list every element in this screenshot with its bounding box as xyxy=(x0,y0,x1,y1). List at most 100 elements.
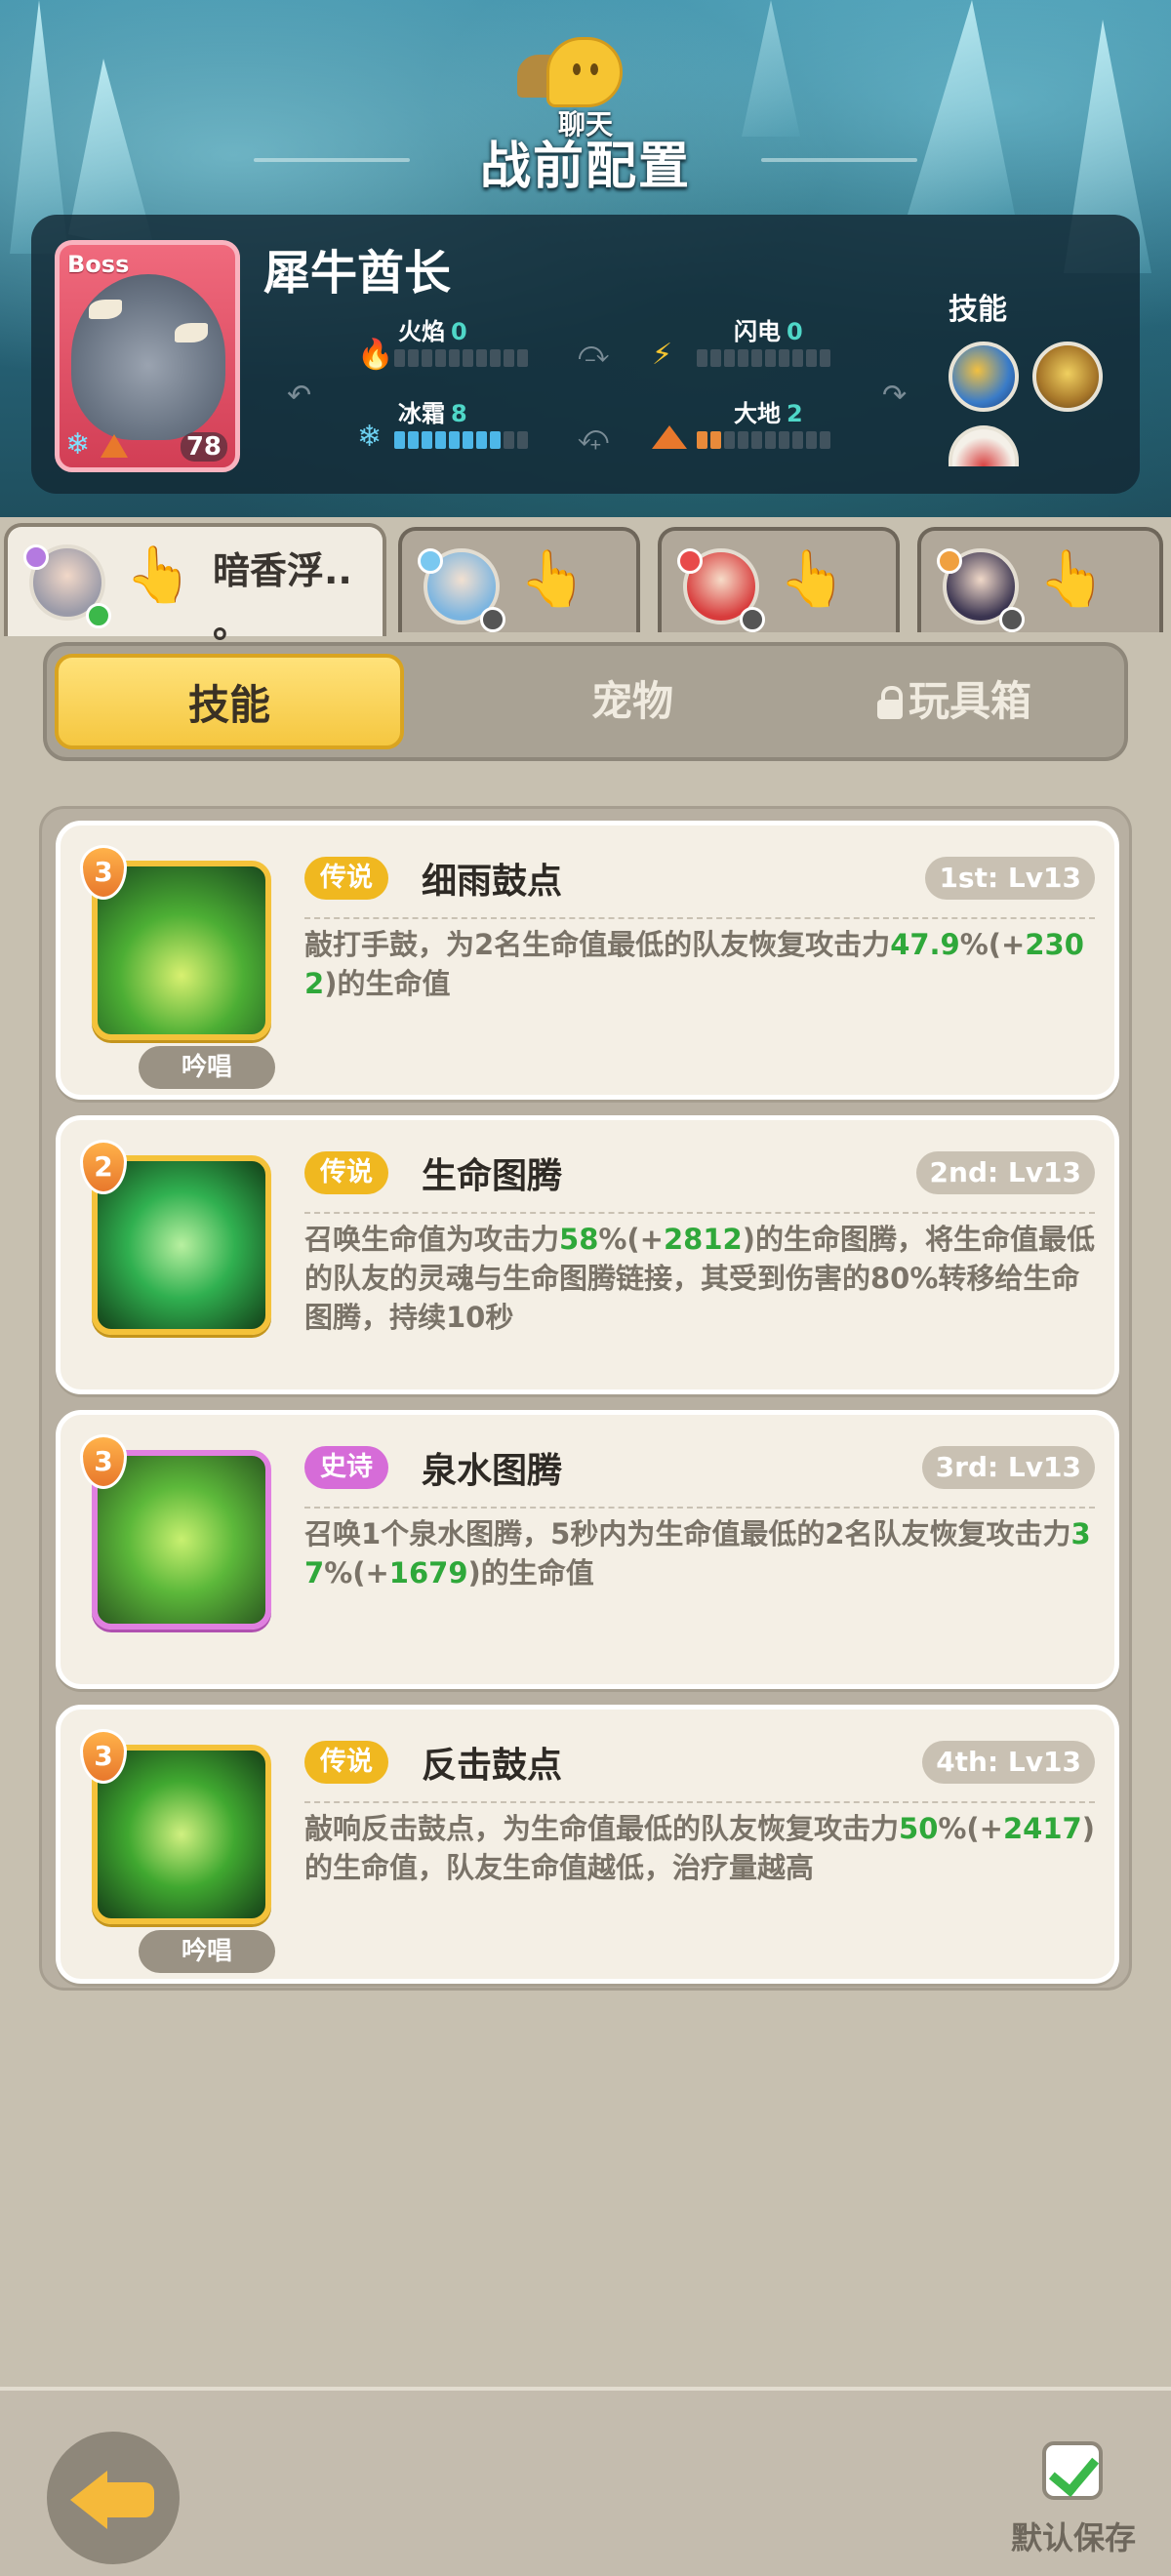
fire-resistance-bar xyxy=(394,349,528,367)
controller-badge-icon xyxy=(999,607,1025,632)
lightning-element-label: 闪电 0 xyxy=(734,318,803,345)
controller-badge-icon xyxy=(480,607,505,632)
skill-slot-level: 2nd: Lv13 xyxy=(915,1151,1095,1194)
earth-element-icon xyxy=(101,434,128,458)
resistance-segment xyxy=(476,349,487,367)
lightning-resistance-bar xyxy=(697,349,830,367)
fire-icon: 🔥 xyxy=(357,338,394,372)
element-badge-icon xyxy=(418,548,443,574)
hero-name: 暗香浮.. 。 xyxy=(213,549,352,646)
hero-tab-3[interactable]: 👆 xyxy=(658,527,900,632)
bottom-bar: 默认保存 xyxy=(0,2387,1171,2576)
resistance-segment xyxy=(504,431,514,449)
earth-element-label: 大地 2 xyxy=(734,400,803,427)
back-arrow-icon xyxy=(103,2482,154,2517)
boss-name: 犀牛酋长 xyxy=(263,246,452,301)
resistance-segment xyxy=(408,349,419,367)
boss-info-panel: Boss ❄ 78 犀牛酋长 火焰 0 🔥 闪电 0 ⚡ 冰霜 8 ❄ 大地 2 ↶ ⤼… xyxy=(31,215,1140,494)
resistance-segment xyxy=(476,431,487,449)
skill-card[interactable]: 2 传说 生命图腾 2nd: Lv13 召唤生命值为攻击力58%(+2812)的… xyxy=(56,1115,1119,1394)
resistance-segment xyxy=(517,431,528,449)
default-save-label[interactable]: 默认保存 xyxy=(1011,2514,1136,2558)
resistance-segment xyxy=(820,431,830,449)
skill-description: 召唤1个泉水图腾，5秒内为生命值最低的2名队友恢复攻击力37%(+1679)的生… xyxy=(304,1517,1091,1590)
skill-card[interactable]: 3 史诗 泉水图腾 3rd: Lv13 召唤1个泉水图腾，5秒内为生命值最低的2… xyxy=(56,1410,1119,1689)
hero-tab-1[interactable]: 👆 暗香浮.. 。 xyxy=(4,523,386,646)
skill-description: 敲响反击鼓点，为生命值最低的队友恢复攻击力50%(+2417)的生命值，队友生命… xyxy=(304,1812,1095,1884)
resistance-segment xyxy=(710,349,721,367)
resistance-segment xyxy=(697,431,707,449)
rotate-arrow-icon: ⤼ xyxy=(578,336,610,370)
resistance-segment xyxy=(806,431,817,449)
boss-portrait-card[interactable]: Boss ❄ 78 xyxy=(55,240,240,472)
rotate-arrow-icon: ↷ xyxy=(882,379,908,413)
resistance-segment xyxy=(463,431,473,449)
tab-toybox-label: 玩具箱 xyxy=(908,677,1031,725)
resistance-segment xyxy=(504,349,514,367)
tab-pets[interactable]: 宠物 xyxy=(457,654,808,749)
resistance-segment xyxy=(765,349,776,367)
resistance-segment xyxy=(792,349,803,367)
boss-skill-icon[interactable] xyxy=(1032,342,1103,412)
resistance-segment xyxy=(697,349,707,367)
skill-name: 生命图腾 xyxy=(422,1156,563,1196)
rarity-badge: 史诗 xyxy=(304,1446,388,1489)
tab-skills[interactable]: 技能 xyxy=(55,654,404,749)
earth-resistance-bar xyxy=(697,431,830,449)
resistance-segment xyxy=(765,431,776,449)
resistance-segment xyxy=(517,349,528,367)
element-badge-icon xyxy=(23,544,49,570)
resistance-segment xyxy=(724,431,735,449)
checkbox-checked-icon[interactable] xyxy=(1042,2441,1103,2500)
boss-skill-icon[interactable] xyxy=(949,342,1019,412)
boss-level: 78 xyxy=(180,432,227,462)
tap-hand-icon: 👆 xyxy=(779,547,847,611)
chant-tag: 吟唱 xyxy=(139,1930,275,1973)
frost-element-label: 冰霜 8 xyxy=(398,400,467,427)
rotate-arrow-icon: ⤽ xyxy=(578,420,610,454)
resistance-segment xyxy=(490,431,501,449)
divider xyxy=(304,917,1095,919)
divider xyxy=(304,1801,1095,1803)
skill-list: 3 吟唱 传说 细雨鼓点 1st: Lv13 敲打手鼓，为2名生命值最低的队友恢… xyxy=(39,806,1132,1991)
chant-tag: 吟唱 xyxy=(139,1046,275,1089)
category-tab-bar: 技能 宠物 玩具箱 xyxy=(43,642,1128,761)
tap-hand-icon: 👆 xyxy=(1038,547,1107,611)
resistance-segment xyxy=(435,349,446,367)
hero-tab-4[interactable]: 👆 xyxy=(917,527,1163,632)
element-badge-icon xyxy=(677,548,703,574)
resistance-segment xyxy=(449,349,460,367)
frost-resistance-bar xyxy=(394,431,528,449)
resistance-segment xyxy=(449,431,460,449)
resistance-segment xyxy=(738,349,748,367)
boss-skill-icon[interactable] xyxy=(949,425,1019,466)
frost-element-icon: ❄ xyxy=(65,427,91,462)
divider xyxy=(304,1212,1095,1214)
resistance-segment xyxy=(422,431,432,449)
resistance-segment xyxy=(751,431,762,449)
boss-skills-label: 技能 xyxy=(949,293,1007,327)
rarity-badge: 传说 xyxy=(304,1741,388,1784)
element-badge-icon xyxy=(937,548,962,574)
lock-icon xyxy=(876,686,903,719)
skill-card[interactable]: 3 吟唱 传说 细雨鼓点 1st: Lv13 敲打手鼓，为2名生命值最低的队友恢… xyxy=(56,821,1119,1100)
rotate-arrow-icon: ↶ xyxy=(287,379,312,413)
page-title: 战前配置 xyxy=(479,138,691,196)
skill-slot-level: 3rd: Lv13 xyxy=(921,1446,1095,1489)
hero-tab-bar: 👆 暗香浮.. 。 👆 👆 👆 xyxy=(0,523,1171,646)
resistance-segment xyxy=(724,349,735,367)
resistance-segment xyxy=(779,349,789,367)
skill-card[interactable]: 3 吟唱 传说 反击鼓点 4th: Lv13 敲响反击鼓点，为生命值最低的队友恢… xyxy=(56,1705,1119,1984)
rarity-badge: 传说 xyxy=(304,1151,388,1194)
resistance-segment xyxy=(394,349,405,367)
controller-badge-icon xyxy=(86,603,111,628)
resistance-segment xyxy=(751,349,762,367)
resistance-segment xyxy=(422,349,432,367)
back-button[interactable] xyxy=(47,2432,180,2564)
resistance-segment xyxy=(710,431,721,449)
tab-toybox[interactable]: 玩具箱 xyxy=(788,654,1120,749)
skill-slot-level: 1st: Lv13 xyxy=(925,857,1095,900)
earth-icon xyxy=(652,425,687,449)
controller-badge-icon xyxy=(740,607,765,632)
hero-tab-2[interactable]: 👆 xyxy=(398,527,640,632)
